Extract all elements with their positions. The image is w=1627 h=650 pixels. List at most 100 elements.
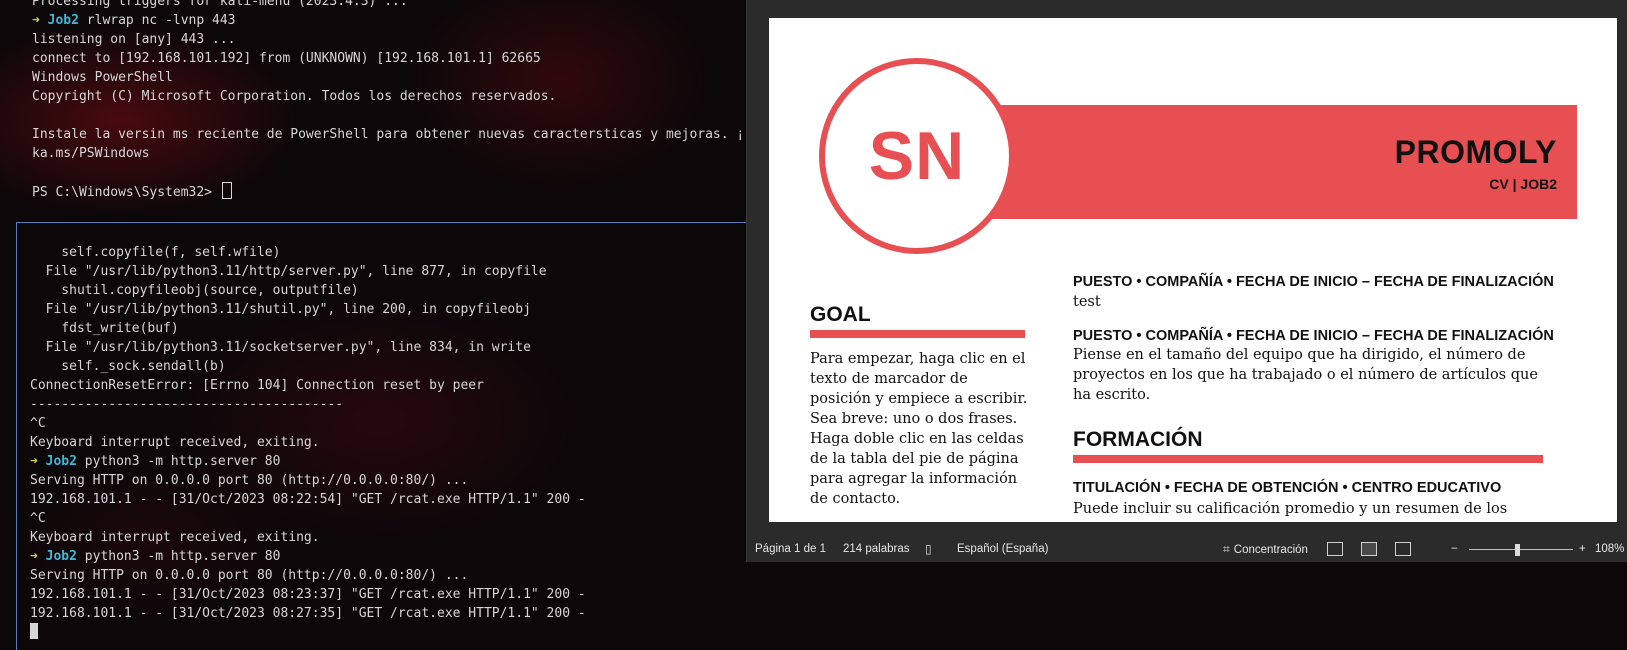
terminal-line: File "/usr/lib/python3.11/http/server.py… <box>30 262 746 281</box>
terminal-line: File "/usr/lib/python3.11/socketserver.p… <box>30 338 746 357</box>
terminal-line-text: Windows PowerShell <box>32 70 173 85</box>
prompt-arrow: ➜ <box>30 549 38 564</box>
terminal-line: ^C <box>30 509 746 528</box>
terminal-line: ➜ Job2 python3 -m http.server 80 <box>30 452 746 471</box>
page-count[interactable]: Página 1 de 1 <box>755 537 826 562</box>
terminal-cursor <box>30 623 38 639</box>
terminal-line-text: Keyboard interrupt received, exiting. <box>30 435 320 450</box>
language-status[interactable]: Español (España) <box>957 537 1048 562</box>
resume-subtitle[interactable]: CV | JOB2 <box>1489 176 1557 192</box>
terminal-top[interactable]: Processing triggers for kali-menu (2023.… <box>16 0 746 208</box>
zoom-slider-thumb[interactable] <box>1515 544 1520 556</box>
terminal-line-text: File "/usr/lib/python3.11/http/server.py… <box>30 264 547 279</box>
job2-heading[interactable]: PUESTO • COMPAÑÍA • FECHA DE INICIO – FE… <box>1073 328 1554 344</box>
word-window: SN PROMOLY CV | JOB2 GOAL Para empezar, … <box>746 0 1627 562</box>
terminal-line-text: PS C:\Windows\System32> <box>32 185 220 200</box>
terminal-line-text: Serving HTTP on 0.0.0.0 port 80 (http://… <box>30 568 469 583</box>
document-page[interactable]: SN PROMOLY CV | JOB2 GOAL Para empezar, … <box>769 18 1617 522</box>
resume-initials[interactable]: SN <box>819 58 1015 254</box>
goal-heading[interactable]: GOAL <box>810 303 871 327</box>
job2-text[interactable]: Piense en el tamaño del equipo que ha di… <box>1073 345 1551 405</box>
terminal-line-text: 192.168.101.1 - - [31/Oct/2023 08:27:35]… <box>30 606 586 621</box>
terminal-line: Processing triggers for kali-menu (2023.… <box>32 0 746 11</box>
terminal-line: Windows PowerShell <box>32 68 746 87</box>
focus-label: Concentración <box>1233 544 1308 556</box>
education-entry-text[interactable]: Puede incluir su calificación promedio y… <box>1073 499 1553 519</box>
terminal-line-text: 192.168.101.1 - - [31/Oct/2023 08:22:54]… <box>30 492 586 507</box>
terminal-line-text: File "/usr/lib/python3.11/shutil.py", li… <box>30 302 531 317</box>
web-layout-icon[interactable] <box>1395 542 1411 556</box>
focus-button[interactable]: ⌗ Concentración <box>1223 537 1308 563</box>
prompt-user: Job2 <box>45 454 77 469</box>
resume-name[interactable]: PROMOLY <box>1395 134 1557 171</box>
terminal-line-text: ^C <box>30 416 46 431</box>
terminal-line: PS C:\Windows\System32> <box>32 182 746 201</box>
terminal-line: 192.168.101.1 - - [31/Oct/2023 08:23:37]… <box>30 585 746 604</box>
terminal-line: shutil.copyfileobj(source, outputfile) <box>30 281 746 300</box>
terminal-line: Keyboard interrupt received, exiting. <box>30 433 746 452</box>
book-check-icon: ▯ <box>925 542 932 556</box>
print-layout-icon[interactable] <box>1361 542 1377 556</box>
terminal-line: fdst_write(buf) <box>30 319 746 338</box>
terminal-line: 192.168.101.1 - - [31/Oct/2023 08:27:35]… <box>30 604 746 623</box>
goal-text[interactable]: Para empezar, haga clic en el texto de m… <box>810 349 1028 509</box>
prompt-arrow: ➜ <box>30 454 38 469</box>
terminal-line-text: listening on [any] 443 ... <box>32 32 236 47</box>
terminal-line-text: ^C <box>30 511 46 526</box>
terminal-line-text: Processing triggers for kali-menu (2023.… <box>32 0 408 9</box>
terminal-line-text: shutil.copyfileobj(source, outputfile) <box>30 283 359 298</box>
terminal-line-text: ConnectionResetError: [Errno 104] Connec… <box>30 378 484 393</box>
terminal-line: ka.ms/PSWindows <box>32 144 746 163</box>
job1-text[interactable]: test <box>1073 292 1553 312</box>
terminal-line-text: Keyboard interrupt received, exiting. <box>30 530 320 545</box>
terminal-line-text: Serving HTTP on 0.0.0.0 port 80 (http://… <box>30 473 469 488</box>
terminal-line-text: self.copyfile(f, self.wfile) <box>30 245 281 260</box>
terminal-line: Instale la versin ms reciente de PowerSh… <box>32 125 746 144</box>
terminal-bottom[interactable]: self.copyfile(f, self.wfile) File "/usr/… <box>16 222 746 650</box>
terminal-line: self.copyfile(f, self.wfile) <box>30 243 746 262</box>
terminal-cursor <box>221 182 232 199</box>
prompt-user: Job2 <box>47 13 79 28</box>
goal-rule <box>810 330 1025 338</box>
terminal-line: self._sock.sendall(b) <box>30 357 746 376</box>
prompt-arrow: ➜ <box>32 13 40 28</box>
terminal-line-text: ka.ms/PSWindows <box>32 146 150 161</box>
terminal-line: ConnectionResetError: [Errno 104] Connec… <box>30 376 746 395</box>
education-heading[interactable]: FORMACIÓN <box>1073 428 1203 452</box>
prompt-user: Job2 <box>45 549 77 564</box>
terminal-line: Serving HTTP on 0.0.0.0 port 80 (http://… <box>30 566 746 585</box>
terminal-line: ---------------------------------------- <box>30 395 746 414</box>
prompt-command: rlwrap nc -lvnp 443 <box>86 13 236 28</box>
terminal-line-text: connect to [192.168.101.192] from (UNKNO… <box>32 51 541 66</box>
terminal-line <box>30 623 746 642</box>
proofing-status[interactable]: ▯ <box>925 537 936 563</box>
terminal-line-text: fdst_write(buf) <box>30 321 179 336</box>
prompt-command: python3 -m http.server 80 <box>84 454 281 469</box>
terminal-line: 192.168.101.1 - - [31/Oct/2023 08:22:54]… <box>30 490 746 509</box>
terminal-line: ^C <box>30 414 746 433</box>
terminal-line: ➜ Job2 python3 -m http.server 80 <box>30 547 746 566</box>
terminal-line: Keyboard interrupt received, exiting. <box>30 528 746 547</box>
read-mode-icon[interactable] <box>1327 542 1343 556</box>
terminal-line-text: ---------------------------------------- <box>30 397 344 412</box>
focus-icon: ⌗ <box>1223 542 1230 556</box>
status-bar: Página 1 de 1 214 palabras ▯ Español (Es… <box>747 537 1627 562</box>
education-rule <box>1073 455 1543 463</box>
zoom-slider[interactable] <box>1469 549 1573 550</box>
zoom-out-button[interactable]: − <box>1451 537 1458 562</box>
terminal-line: Copyright (C) Microsoft Corporation. Tod… <box>32 87 746 106</box>
terminal-line: listening on [any] 443 ... <box>32 30 746 49</box>
terminal-line: connect to [192.168.101.192] from (UNKNO… <box>32 49 746 68</box>
job1-heading[interactable]: PUESTO • COMPAÑÍA • FECHA DE INICIO – FE… <box>1073 274 1554 290</box>
zoom-in-button[interactable]: + <box>1579 537 1586 562</box>
word-count[interactable]: 214 palabras <box>843 537 910 562</box>
terminal-line: File "/usr/lib/python3.11/shutil.py", li… <box>30 300 746 319</box>
education-entry-heading[interactable]: TITULACIÓN • FECHA DE OBTENCIÓN • CENTRO… <box>1073 480 1501 496</box>
zoom-level[interactable]: 108% <box>1595 537 1624 562</box>
prompt-command: python3 -m http.server 80 <box>84 549 281 564</box>
terminal-line-text: Copyright (C) Microsoft Corporation. Tod… <box>32 89 557 104</box>
terminal-line-text: 192.168.101.1 - - [31/Oct/2023 08:23:37]… <box>30 587 586 602</box>
terminal-line: ➜ Job2 rlwrap nc -lvnp 443 <box>32 11 746 30</box>
